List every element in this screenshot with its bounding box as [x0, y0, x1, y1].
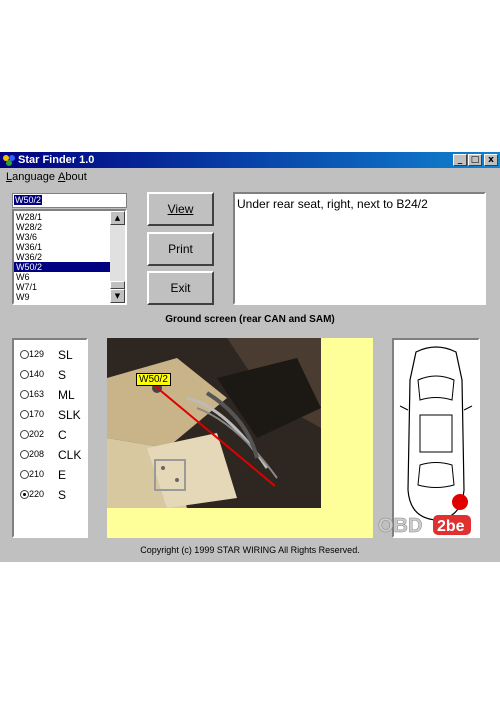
model-radio-210[interactable]: 210 E	[20, 468, 90, 482]
model-radio-202[interactable]: 202 C	[20, 428, 90, 442]
radio-circle[interactable]	[20, 410, 29, 419]
location-photo: W50/2	[107, 338, 321, 508]
exit-button[interactable]: Exit	[147, 271, 214, 305]
component-list[interactable]: W28/1 W28/2 W3/6 W36/1 W36/2 W50/2 W6 W7…	[12, 209, 127, 305]
menu-bar: Language About	[0, 169, 500, 185]
radio-circle[interactable]	[20, 370, 29, 379]
radio-circle-checked[interactable]	[20, 490, 29, 499]
exit-label: Exit	[170, 281, 191, 295]
model-name: SL	[58, 348, 73, 362]
model-radio-208[interactable]: 208 CLK	[20, 448, 90, 462]
model-number: 202	[29, 429, 45, 439]
list-item[interactable]: W3/6	[14, 232, 111, 242]
model-name: E	[58, 468, 67, 482]
app-window: Star Finder 1.0 _ □ x Language About W50…	[0, 152, 500, 562]
list-scrollbar[interactable]: ▲ ▼	[110, 211, 125, 303]
scroll-thumb[interactable]	[110, 281, 125, 289]
list-item-selected[interactable]: W50/2	[14, 262, 111, 272]
maximize-button[interactable]: □	[468, 154, 482, 166]
car-outline-icon	[399, 346, 473, 521]
photo-illustration	[107, 338, 321, 508]
model-number: 129	[29, 349, 45, 359]
list-item[interactable]: W28/1	[14, 212, 111, 222]
model-radio-140[interactable]: 140 S	[20, 368, 90, 382]
model-name: CLK	[58, 448, 82, 462]
location-description: Under rear seat, right, next to B24/2	[233, 192, 486, 305]
view-button[interactable]: View	[147, 192, 214, 226]
radio-circle[interactable]	[20, 450, 29, 459]
list-item[interactable]: W36/2	[14, 252, 111, 262]
title-bar[interactable]: Star Finder 1.0 _ □ x	[0, 152, 500, 168]
component-combo[interactable]: W50/2	[12, 193, 127, 208]
radio-circle[interactable]	[20, 350, 29, 359]
print-label: Print	[168, 242, 193, 256]
model-radio-group: 129 SL 140 S 163 ML 170 SLK 202 C 208 CLK 210 E…	[12, 338, 88, 538]
location-photo-panel: W50/2	[107, 338, 373, 538]
model-number: 208	[29, 449, 45, 459]
radio-circle[interactable]	[20, 390, 29, 399]
obd2be-logo: OBD 2be	[378, 512, 478, 538]
list-item[interactable]: W36/1	[14, 242, 111, 252]
model-name: S	[58, 488, 67, 502]
app-icon	[3, 155, 15, 166]
component-tag: W50/2	[136, 373, 171, 386]
close-button[interactable]: x	[484, 154, 498, 166]
model-number: 210	[29, 469, 45, 479]
view-label: View	[167, 202, 194, 216]
model-number: 220	[29, 489, 45, 499]
print-button[interactable]: Print	[147, 232, 214, 266]
scroll-down-button[interactable]: ▼	[110, 289, 125, 303]
list-item[interactable]: W9	[14, 292, 111, 302]
combo-value: W50/2	[14, 195, 43, 205]
model-name: C	[58, 428, 67, 442]
minimize-button[interactable]: _	[453, 154, 467, 166]
car-diagram-panel	[392, 338, 480, 538]
radio-circle[interactable]	[20, 470, 29, 479]
scroll-up-button[interactable]: ▲	[110, 211, 125, 225]
menu-language[interactable]: Language	[6, 171, 55, 183]
list-item[interactable]: W28/2	[14, 222, 111, 232]
model-radio-129[interactable]: 129 SL	[20, 348, 90, 362]
model-radio-170[interactable]: 170 SLK	[20, 408, 90, 422]
model-radio-163[interactable]: 163 ML	[20, 388, 90, 402]
copyright-text: Copyright (c) 1999 STAR WIRING All Right…	[140, 545, 360, 555]
radio-circle[interactable]	[20, 430, 29, 439]
svg-text:OBD: OBD	[378, 515, 422, 537]
model-radio-220[interactable]: 220 S	[20, 488, 90, 502]
location-dot	[452, 494, 468, 510]
model-number: 170	[29, 409, 45, 419]
window-title: Star Finder 1.0	[18, 154, 95, 166]
screen-caption: Ground screen (rear CAN and SAM)	[165, 314, 335, 325]
list-item[interactable]: W6	[14, 272, 111, 282]
menu-about[interactable]: About	[58, 171, 87, 183]
svg-text:2be: 2be	[437, 518, 465, 535]
model-name: S	[58, 368, 67, 382]
model-number: 140	[29, 369, 45, 379]
model-name: ML	[58, 388, 75, 402]
list-item[interactable]: W7/1	[14, 282, 111, 292]
model-name: SLK	[58, 408, 81, 422]
model-number: 163	[29, 389, 45, 399]
